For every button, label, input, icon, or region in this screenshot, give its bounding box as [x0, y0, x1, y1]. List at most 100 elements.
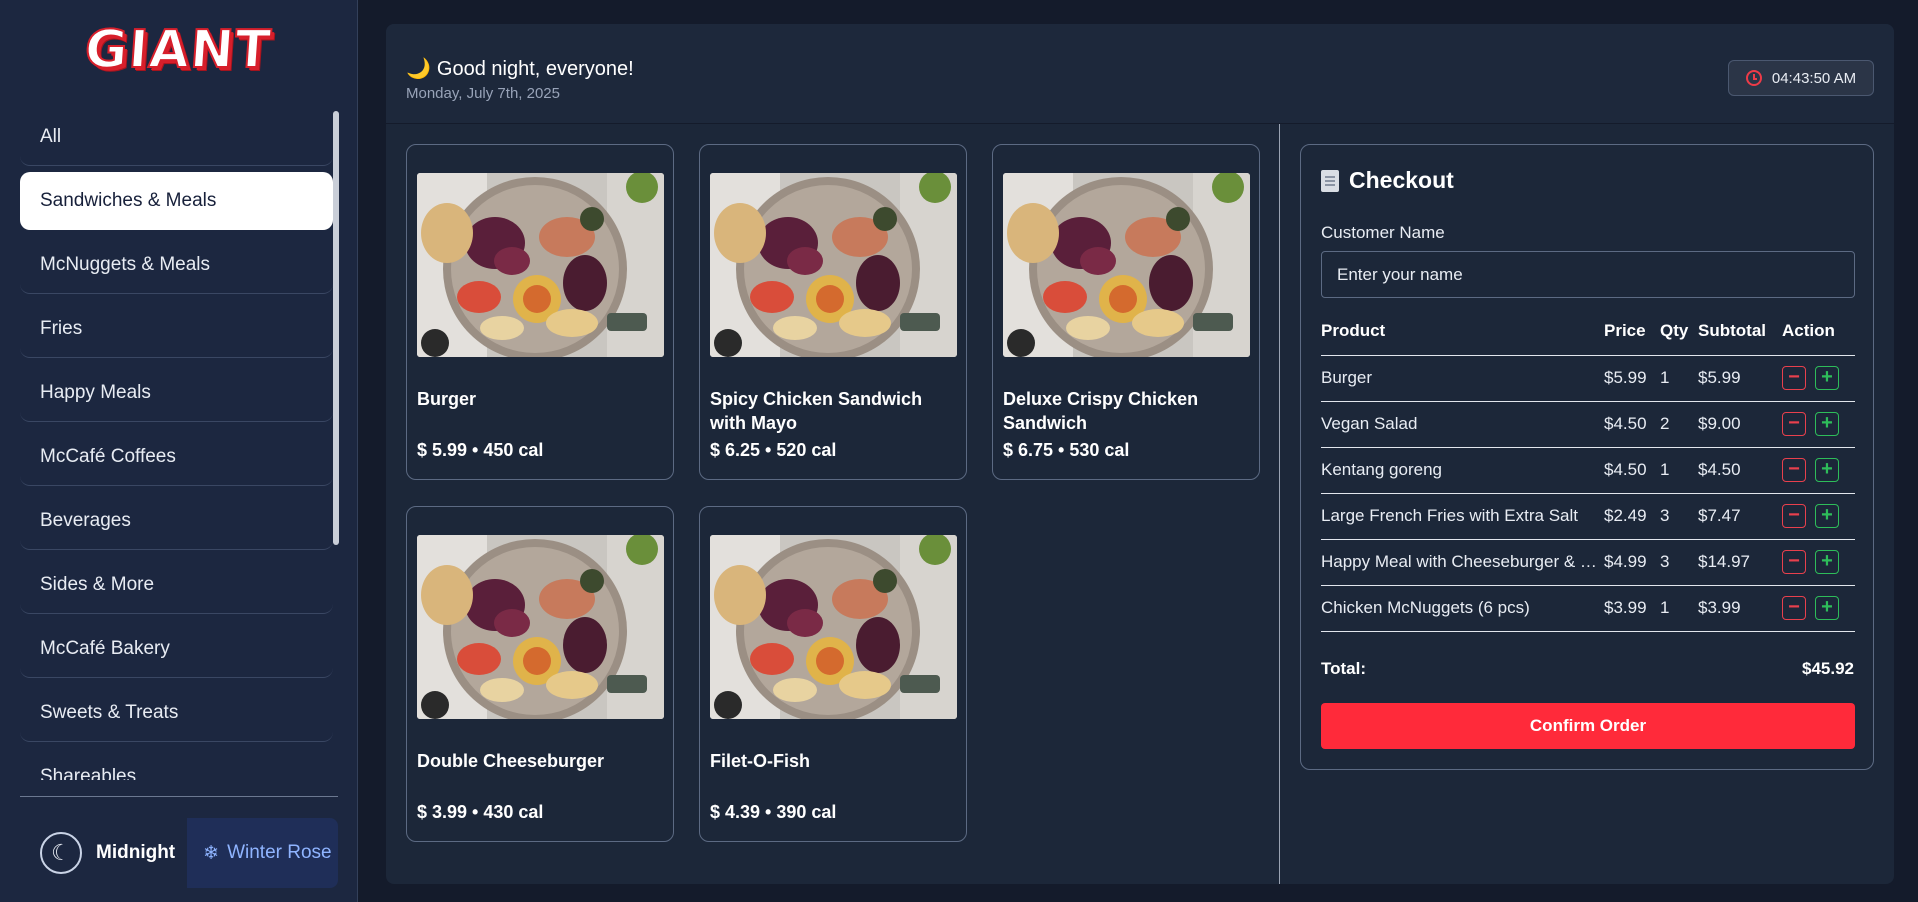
increase-qty-button[interactable]: +	[1815, 596, 1839, 620]
cell-product: Large French Fries with Extra Salt	[1321, 493, 1604, 540]
increase-qty-button[interactable]: +	[1815, 366, 1839, 390]
clock-badge: 04:43:50 AM	[1728, 60, 1874, 96]
content-divider	[1279, 124, 1280, 884]
customer-name-input[interactable]	[1321, 251, 1855, 298]
column-header-qty: Qty	[1660, 321, 1698, 356]
clock-time: 04:43:50 AM	[1771, 69, 1857, 87]
top-bar: 🌙 Good night, everyone! Monday, July 7th,…	[386, 24, 1894, 124]
cell-subtotal: $9.00	[1698, 401, 1782, 448]
cell-product: Vegan Salad	[1321, 401, 1604, 448]
cell-action: − +	[1782, 585, 1855, 632]
product-image	[710, 173, 957, 357]
increase-qty-button[interactable]: +	[1815, 550, 1839, 574]
theme-winter-rose-option[interactable]: ❄ Winter Rose	[187, 818, 338, 888]
sidebar: GIANT All Sandwiches & Meals McNuggets &…	[0, 0, 358, 902]
product-price-calories: $ 3.99 • 430 cal	[417, 802, 544, 822]
product-name: Double Cheeseburger	[417, 751, 605, 771]
food-platter-image	[1003, 173, 1250, 357]
customer-name-label: Customer Name	[1321, 223, 1445, 242]
checkout-panel: Checkout Customer Name Product Price Qty…	[1300, 144, 1874, 770]
increase-qty-button[interactable]: +	[1815, 504, 1839, 528]
product-image	[710, 535, 957, 719]
cell-price: $4.50	[1604, 401, 1660, 448]
receipt-icon	[1321, 169, 1339, 192]
confirm-order-button[interactable]: Confirm Order	[1321, 703, 1855, 749]
category-item-sides-more[interactable]: Sides & More	[20, 556, 333, 614]
cell-action: − +	[1782, 493, 1855, 540]
table-row: Kentang goreng $4.50 1 $4.50 − +	[1321, 447, 1855, 494]
cell-action: − +	[1782, 401, 1855, 448]
cell-price: $4.99	[1604, 539, 1660, 586]
decrease-qty-button[interactable]: −	[1782, 412, 1806, 436]
cell-action: − +	[1782, 539, 1855, 586]
total-value: $45.92	[1802, 659, 1854, 678]
product-card[interactable]: Spicy Chicken Sandwich with Mayo $ 6.25 …	[699, 144, 967, 480]
decrease-qty-button[interactable]: −	[1782, 458, 1806, 482]
product-card[interactable]: Deluxe Crispy Chicken Sandwich $ 6.75 • …	[992, 144, 1260, 480]
sidebar-divider	[20, 796, 338, 797]
cell-product: Burger	[1321, 355, 1604, 402]
category-item-sweets-treats[interactable]: Sweets & Treats	[20, 684, 333, 742]
sidebar-scrollbar[interactable]	[333, 111, 339, 545]
increase-qty-button[interactable]: +	[1815, 458, 1839, 482]
category-item-all[interactable]: All	[20, 108, 333, 166]
cell-subtotal: $14.97	[1698, 539, 1782, 586]
cell-subtotal: $4.50	[1698, 447, 1782, 494]
category-item-mccafe-coffees[interactable]: McCafé Coffees	[20, 428, 333, 486]
column-header-product: Product	[1321, 321, 1604, 356]
category-item-happy-meals[interactable]: Happy Meals	[20, 364, 333, 422]
increase-qty-button[interactable]: +	[1815, 412, 1839, 436]
theme-switcher: ☾ Midnight ❄ Winter Rose	[20, 818, 338, 888]
cell-qty: 1	[1660, 585, 1698, 632]
total-label: Total:	[1321, 659, 1367, 678]
product-price-calories: $ 6.75 • 530 cal	[1003, 440, 1130, 460]
checkout-title-text: Checkout	[1349, 167, 1454, 193]
category-item-shareables[interactable]: Shareables	[20, 748, 333, 781]
column-header-action: Action	[1782, 321, 1855, 356]
table-row: Large French Fries with Extra Salt $2.49…	[1321, 493, 1855, 540]
food-platter-image	[417, 173, 664, 357]
cell-qty: 1	[1660, 447, 1698, 494]
cell-qty: 1	[1660, 355, 1698, 402]
decrease-qty-button[interactable]: −	[1782, 504, 1806, 528]
table-row: Vegan Salad $4.50 2 $9.00 − +	[1321, 401, 1855, 448]
product-card[interactable]: Double Cheeseburger $ 3.99 • 430 cal	[406, 506, 674, 842]
decrease-qty-button[interactable]: −	[1782, 550, 1806, 574]
category-list: All Sandwiches & Meals McNuggets & Meals…	[20, 108, 333, 780]
cell-price: $3.99	[1604, 585, 1660, 632]
clock-icon	[1745, 70, 1762, 86]
moon-icon[interactable]: ☾	[40, 832, 82, 874]
cell-qty: 2	[1660, 401, 1698, 448]
theme-winter-label: Winter Rose	[227, 842, 332, 863]
category-item-mcnuggets-meals[interactable]: McNuggets & Meals	[20, 236, 333, 294]
product-name: Deluxe Crispy Chicken Sandwich	[1003, 389, 1199, 433]
category-item-sandwiches-meals[interactable]: Sandwiches & Meals	[20, 172, 333, 230]
theme-midnight-option[interactable]: Midnight	[96, 842, 175, 864]
cell-product: Chicken McNuggets (6 pcs)	[1321, 585, 1604, 632]
category-item-fries[interactable]: Fries	[20, 300, 333, 358]
table-row: Happy Meal with Cheeseburger & … $4.99 3…	[1321, 539, 1855, 586]
order-table: Product Price Qty Subtotal Action Burger…	[1321, 321, 1855, 632]
product-image	[417, 173, 664, 357]
logo-area: GIANT	[0, 0, 357, 100]
decrease-qty-button[interactable]: −	[1782, 366, 1806, 390]
crescent-moon-icon: 🌙	[406, 58, 431, 80]
cell-qty: 3	[1660, 539, 1698, 586]
category-item-mccafe-bakery[interactable]: McCafé Bakery	[20, 620, 333, 678]
greeting: 🌙 Good night, everyone!	[406, 56, 634, 81]
product-card[interactable]: Burger $ 5.99 • 450 cal	[406, 144, 674, 480]
food-platter-image	[710, 173, 957, 357]
table-row: Burger $5.99 1 $5.99 − +	[1321, 355, 1855, 402]
product-name: Burger	[417, 389, 477, 409]
checkout-title: Checkout	[1321, 167, 1454, 194]
cell-action: − +	[1782, 447, 1855, 494]
cell-qty: 3	[1660, 493, 1698, 540]
order-table-header: Product Price Qty Subtotal Action	[1321, 321, 1855, 356]
product-name: Spicy Chicken Sandwich with Mayo	[710, 389, 923, 433]
category-item-beverages[interactable]: Beverages	[20, 492, 333, 550]
decrease-qty-button[interactable]: −	[1782, 596, 1806, 620]
brand-logo[interactable]: GIANT	[82, 19, 274, 81]
product-card[interactable]: Filet-O-Fish $ 4.39 • 390 cal	[699, 506, 967, 842]
column-header-price: Price	[1604, 321, 1660, 356]
cell-subtotal: $3.99	[1698, 585, 1782, 632]
